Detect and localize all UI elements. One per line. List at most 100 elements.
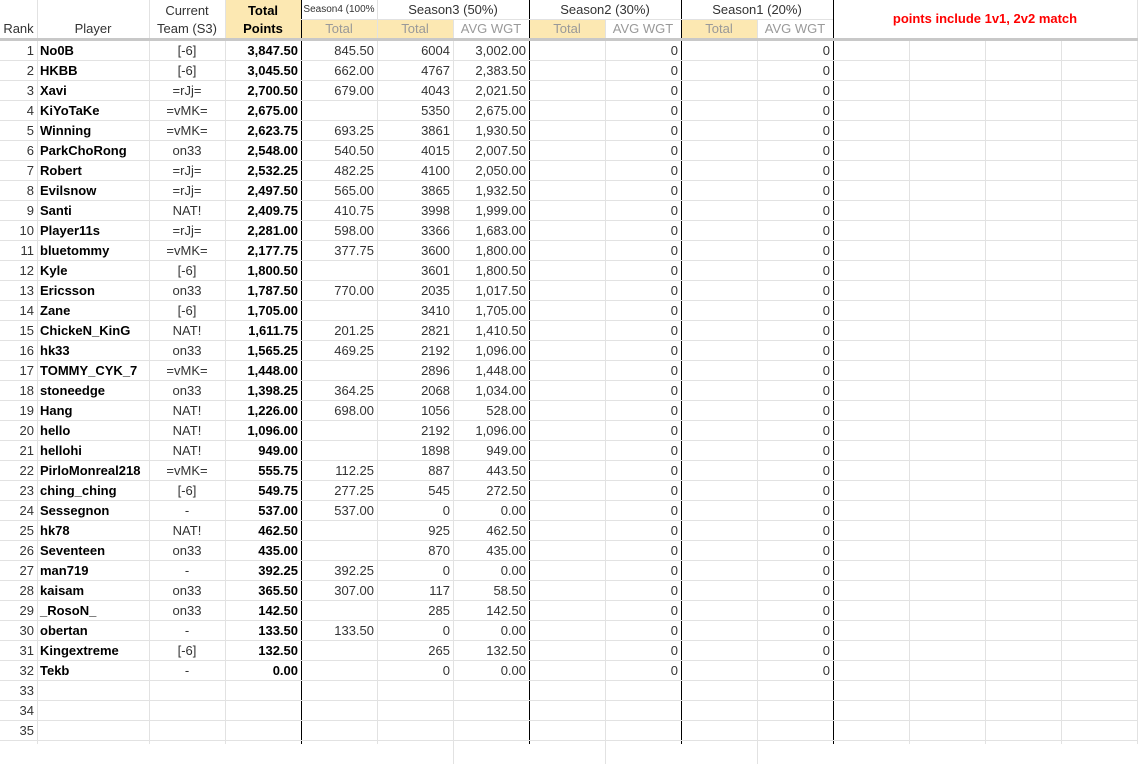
player-cell[interactable] [37, 681, 149, 701]
player-cell[interactable]: obertan [37, 621, 149, 641]
s3-total-cell[interactable]: 2068 [377, 381, 453, 401]
s3-total-cell[interactable]: 0 [377, 661, 453, 681]
s4-total-cell[interactable]: 112.25 [301, 461, 377, 481]
s4-total-cell[interactable]: 392.25 [301, 561, 377, 581]
team-cell[interactable]: [-6] [149, 481, 225, 501]
s3-total-cell[interactable]: 0 [377, 501, 453, 521]
player-cell[interactable]: Kyle [37, 261, 149, 281]
team-cell[interactable]: - [149, 501, 225, 521]
s1-avg-cell[interactable]: 0 [757, 461, 833, 481]
rank-cell[interactable]: 23 [0, 481, 37, 501]
total-points-cell[interactable]: 949.00 [225, 441, 301, 461]
player-cell[interactable]: ChickeN_KinG [37, 321, 149, 341]
s2-avg-cell[interactable]: 0 [605, 121, 681, 141]
s3-avg-cell[interactable]: 1,932.50 [453, 181, 529, 201]
player-cell[interactable]: Tekb [37, 661, 149, 681]
total-points-cell[interactable] [225, 721, 301, 741]
s1-avg-cell[interactable]: 0 [757, 661, 833, 681]
s2-avg-cell[interactable]: 0 [605, 381, 681, 401]
s1-avg-cell[interactable]: 0 [757, 261, 833, 281]
total-points-cell[interactable]: 1,448.00 [225, 361, 301, 381]
s2-avg-cell[interactable]: 0 [605, 301, 681, 321]
player-cell[interactable]: Kingextreme [37, 641, 149, 661]
s3-avg-cell[interactable]: 462.50 [453, 521, 529, 541]
total-points-cell[interactable]: 365.50 [225, 581, 301, 601]
team-cell[interactable]: - [149, 561, 225, 581]
total-points-cell[interactable]: 2,548.00 [225, 141, 301, 161]
team-cell[interactable]: NAT! [149, 201, 225, 221]
s4-total-cell[interactable]: 133.50 [301, 621, 377, 641]
s4-total-cell[interactable]: 469.25 [301, 341, 377, 361]
s3-total-cell[interactable]: 3601 [377, 261, 453, 281]
player-cell[interactable] [37, 701, 149, 721]
s1-avg-cell[interactable]: 0 [757, 81, 833, 101]
total-points-cell[interactable]: 2,409.75 [225, 201, 301, 221]
s3-avg-cell[interactable]: 2,050.00 [453, 161, 529, 181]
s4-total-cell[interactable]: 693.25 [301, 121, 377, 141]
player-cell[interactable]: PirloMonreal218 [37, 461, 149, 481]
rank-cell[interactable]: 7 [0, 161, 37, 181]
s3-avg-cell[interactable]: 1,017.50 [453, 281, 529, 301]
total-points-cell[interactable]: 2,532.25 [225, 161, 301, 181]
s4-total-cell[interactable] [301, 681, 377, 701]
team-cell[interactable] [149, 721, 225, 741]
s3-total-cell[interactable]: 3865 [377, 181, 453, 201]
team-cell[interactable]: =rJj= [149, 221, 225, 241]
team-cell[interactable]: on33 [149, 541, 225, 561]
s2-avg-cell[interactable]: 0 [605, 341, 681, 361]
s4-total-cell[interactable]: 845.50 [301, 41, 377, 61]
s1-avg-cell[interactable]: 0 [757, 381, 833, 401]
rank-cell[interactable]: 27 [0, 561, 37, 581]
team-cell[interactable]: NAT! [149, 421, 225, 441]
s2-avg-cell[interactable]: 0 [605, 561, 681, 581]
s3-total-cell[interactable]: 117 [377, 581, 453, 601]
s4-total-cell[interactable] [301, 601, 377, 621]
team-cell[interactable]: =vMK= [149, 101, 225, 121]
s2-avg-cell[interactable] [605, 681, 681, 701]
s2-avg-cell[interactable]: 0 [605, 281, 681, 301]
player-cell[interactable]: _RosoN_ [37, 601, 149, 621]
total-points-cell[interactable]: 2,700.50 [225, 81, 301, 101]
s1-avg-cell[interactable] [757, 701, 833, 721]
s2-avg-cell[interactable]: 0 [605, 361, 681, 381]
s4-total-cell[interactable]: 410.75 [301, 201, 377, 221]
s2-avg-cell[interactable] [605, 701, 681, 721]
s3-total-cell[interactable]: 925 [377, 521, 453, 541]
s1-avg-cell[interactable]: 0 [757, 321, 833, 341]
team-cell[interactable]: [-6] [149, 261, 225, 281]
player-cell[interactable]: HKBB [37, 61, 149, 81]
s3-total-cell[interactable]: 1056 [377, 401, 453, 421]
s1-avg-cell[interactable]: 0 [757, 101, 833, 121]
s4-total-cell[interactable] [301, 641, 377, 661]
team-cell[interactable]: - [149, 661, 225, 681]
s1-avg-cell[interactable]: 0 [757, 221, 833, 241]
player-cell[interactable]: Robert [37, 161, 149, 181]
total-points-cell[interactable]: 2,497.50 [225, 181, 301, 201]
rank-cell[interactable]: 20 [0, 421, 37, 441]
s4-total-cell[interactable]: 277.25 [301, 481, 377, 501]
s2-avg-cell[interactable]: 0 [605, 161, 681, 181]
total-points-cell[interactable]: 132.50 [225, 641, 301, 661]
s3-total-cell[interactable]: 3998 [377, 201, 453, 221]
player-cell[interactable]: stoneedge [37, 381, 149, 401]
s3-total-cell[interactable]: 2192 [377, 421, 453, 441]
s2-avg-cell[interactable]: 0 [605, 661, 681, 681]
s3-total-cell[interactable]: 4100 [377, 161, 453, 181]
s3-avg-cell[interactable]: 1,034.00 [453, 381, 529, 401]
s4-total-cell[interactable] [301, 541, 377, 561]
team-cell[interactable] [149, 701, 225, 721]
s3-avg-cell[interactable]: 435.00 [453, 541, 529, 561]
s3-total-cell[interactable]: 3410 [377, 301, 453, 321]
s4-total-cell[interactable]: 540.50 [301, 141, 377, 161]
total-points-cell[interactable]: 142.50 [225, 601, 301, 621]
player-cell[interactable]: hk33 [37, 341, 149, 361]
s4-total-cell[interactable]: 662.00 [301, 61, 377, 81]
rank-cell[interactable]: 11 [0, 241, 37, 261]
s3-avg-cell[interactable]: 142.50 [453, 601, 529, 621]
player-cell[interactable]: Seventeen [37, 541, 149, 561]
rank-cell[interactable]: 12 [0, 261, 37, 281]
s4-total-cell[interactable] [301, 421, 377, 441]
s1-avg-cell[interactable]: 0 [757, 281, 833, 301]
s3-total-cell[interactable] [377, 701, 453, 721]
total-points-cell[interactable]: 2,675.00 [225, 101, 301, 121]
